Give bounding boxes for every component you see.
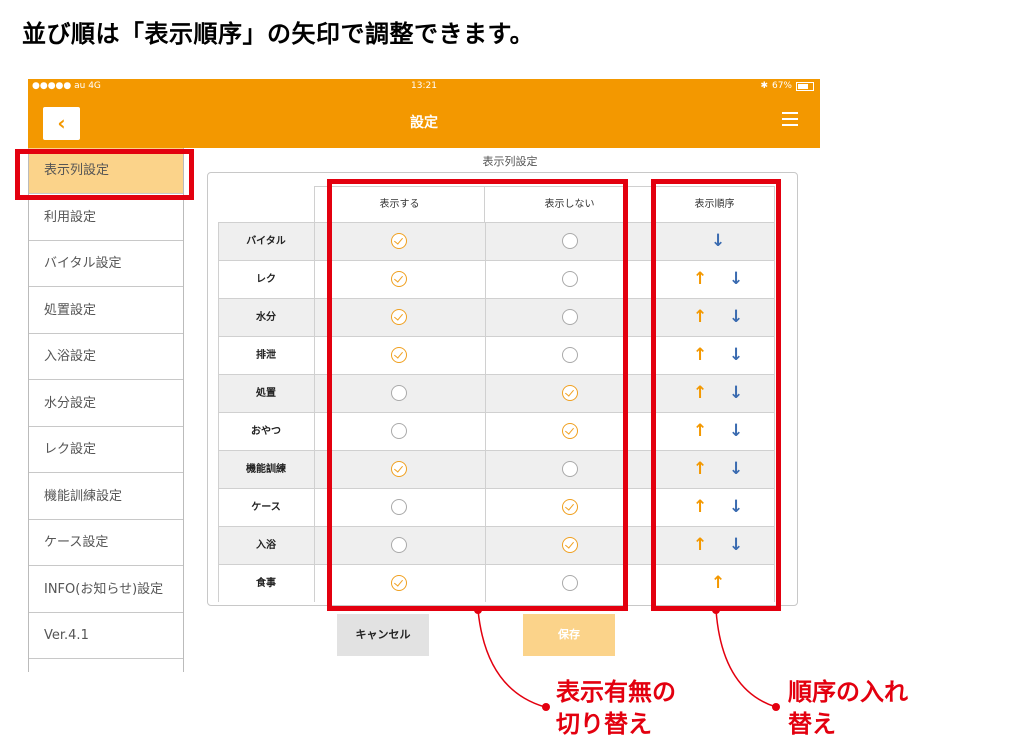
- callout-dot: [542, 703, 550, 711]
- callout-order: 順序の入れ 替え: [788, 676, 908, 740]
- callout-toggle-line2: 切り替え: [556, 710, 652, 738]
- callout-toggle-line1: 表示有無の: [556, 678, 676, 706]
- callout-toggle: 表示有無の 切り替え: [556, 676, 676, 740]
- callout-lines: [477, 609, 777, 708]
- callout-dot: [772, 703, 780, 711]
- callout-order-line2: 替え: [788, 710, 836, 738]
- callout-order-line1: 順序の入れ: [788, 678, 908, 706]
- callout-dot: [474, 606, 482, 614]
- callout-dot: [712, 606, 720, 614]
